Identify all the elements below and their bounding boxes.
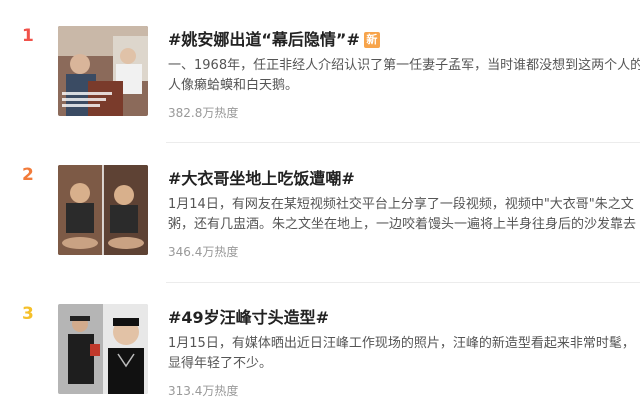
list-item[interactable]: 2 #大衣哥坐地上吃饭遭嘲# 1月14日，有网友在某短视频社交平台上分享了一段视…: [0, 139, 640, 279]
rank-number: 3: [22, 304, 34, 324]
heat-count: 346.4万热度: [168, 245, 239, 259]
rank-number: 2: [22, 165, 34, 185]
hot-list: 1 #姚安娜出道“幕后隐情”# 新 一、1968年，任正非经人介绍认识了第一任妻子…: [0, 0, 640, 415]
topic-title-text[interactable]: #大衣哥坐地上吃饭遭嘲#: [168, 169, 355, 188]
list-item[interactable]: 3 #49岁汪峰寸头造型# 1月15日，有媒体晒出近日汪峰工作现场的照片，汪峰的…: [0, 278, 640, 418]
topic-description: 1月14日，有网友在某短视频社交平台上分享了一段视频，视频中"大衣哥"朱之文 粥…: [168, 195, 640, 235]
topic-title[interactable]: #大衣哥坐地上吃饭遭嘲#: [168, 165, 355, 189]
thumbnail-image[interactable]: [58, 165, 148, 255]
topic-description: 1月15日，有媒体晒出近日汪峰工作现场的照片，汪峰的新造型看起来非常时髦， 显得…: [168, 334, 640, 374]
new-badge: 新: [363, 32, 380, 48]
topic-title-text[interactable]: #49岁汪峰寸头造型#: [168, 308, 329, 327]
rank-number: 1: [22, 26, 34, 46]
thumbnail-image[interactable]: [58, 26, 148, 116]
topic-description: 一、1968年，任正非经人介绍认识了第一任妻子孟军，当时谁都没想到这两个人的 人…: [168, 56, 640, 96]
topic-title-text[interactable]: #姚安娜出道“幕后隐情”#: [168, 30, 360, 49]
heat-count: 382.8万热度: [168, 106, 239, 120]
description-line: 1月15日，有媒体晒出近日汪峰工作现场的照片，汪峰的新造型看起来非常时髦，: [168, 336, 635, 351]
description-line: 一、1968年，任正非经人介绍认识了第一任妻子孟军，当时谁都没想到这两个人的: [168, 58, 640, 73]
description-line: 粥，还有几盅酒。朱之文坐在地上，一边咬着馒头一遍将上半身往身后的沙发靠去: [168, 217, 637, 232]
description-line: 人像癞蛤蟆和白天鹅。: [168, 78, 299, 93]
description-line: 显得年轻了不少。: [168, 356, 273, 371]
topic-title[interactable]: #姚安娜出道“幕后隐情”# 新: [168, 26, 380, 50]
topic-title[interactable]: #49岁汪峰寸头造型#: [168, 304, 329, 328]
heat-count: 313.4万热度: [168, 384, 239, 398]
description-line: 1月14日，有网友在某短视频社交平台上分享了一段视频，视频中"大衣哥"朱之文: [168, 197, 634, 212]
thumbnail-image[interactable]: [58, 304, 148, 394]
list-item[interactable]: 1 #姚安娜出道“幕后隐情”# 新 一、1968年，任正非经人介绍认识了第一任妻子…: [0, 0, 640, 140]
